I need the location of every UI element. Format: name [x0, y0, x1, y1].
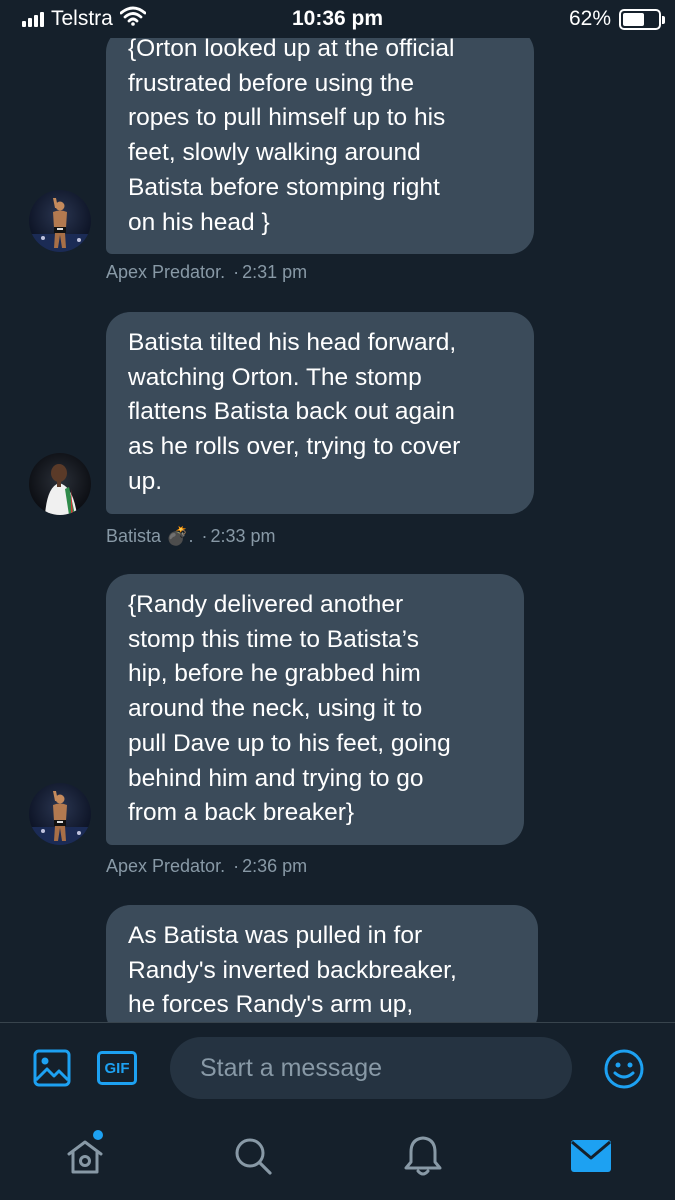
message-bubble[interactable]: Batista tilted his head forward, watchin… — [106, 312, 534, 514]
tab-search[interactable] — [229, 1132, 277, 1180]
orton-avatar[interactable] — [29, 783, 91, 845]
smiley-icon[interactable] — [602, 1047, 646, 1091]
message-bubble[interactable]: As Batista was pulled in for Randy's inv… — [106, 905, 538, 1022]
signal-icon — [22, 11, 44, 27]
sender-name: Batista 💣. — [106, 526, 194, 546]
tab-bar — [0, 1114, 675, 1200]
status-bar: Telstra 10:36 pm 62% — [0, 0, 675, 38]
message-meta: Apex Predator. · 2:36 pm — [106, 856, 307, 877]
message-meta: Apex Predator. · 2:31 pm — [106, 262, 307, 283]
message-time: 2:36 pm — [242, 856, 308, 876]
message-composer: GIF — [0, 1022, 675, 1114]
gif-button[interactable]: GIF — [97, 1051, 137, 1085]
mail-icon — [571, 1140, 611, 1172]
bell-icon — [404, 1136, 442, 1176]
meta-separator: · — [201, 526, 208, 546]
dm-conversation-screen: {Orton looked up at the official frustra… — [0, 0, 675, 1200]
message-time: 2:33 pm — [210, 526, 276, 546]
meta-separator: · — [233, 262, 240, 282]
message-list[interactable]: {Orton looked up at the official frustra… — [0, 0, 675, 1022]
message-bubble[interactable]: {Orton looked up at the official frustra… — [106, 28, 534, 255]
tab-notifications[interactable] — [399, 1132, 447, 1180]
battery-icon — [619, 8, 665, 30]
batista-avatar[interactable] — [29, 453, 91, 515]
message-bubble[interactable]: {Randy delivered another stomp this time… — [106, 574, 524, 845]
meta-separator: · — [233, 856, 240, 876]
image-icon[interactable] — [31, 1047, 73, 1089]
home-icon — [67, 1140, 103, 1174]
battery-level — [623, 12, 645, 26]
sender-name: Apex Predator. — [106, 856, 226, 876]
orton-avatar[interactable] — [29, 190, 91, 252]
sender-name: Apex Predator. — [106, 262, 226, 282]
message-meta: Batista 💣. · 2:33 pm — [106, 526, 276, 547]
search-icon — [235, 1138, 272, 1175]
carrier-name: Telstra — [51, 7, 113, 30]
tab-home[interactable] — [61, 1132, 109, 1180]
message-input[interactable] — [170, 1037, 572, 1099]
wifi-icon — [119, 6, 147, 32]
message-time: 2:31 pm — [242, 262, 308, 282]
tab-messages[interactable] — [567, 1132, 615, 1180]
home-notification-dot — [93, 1130, 103, 1140]
battery-percent: 62% — [568, 7, 611, 30]
gif-icon: GIF — [97, 1051, 137, 1085]
